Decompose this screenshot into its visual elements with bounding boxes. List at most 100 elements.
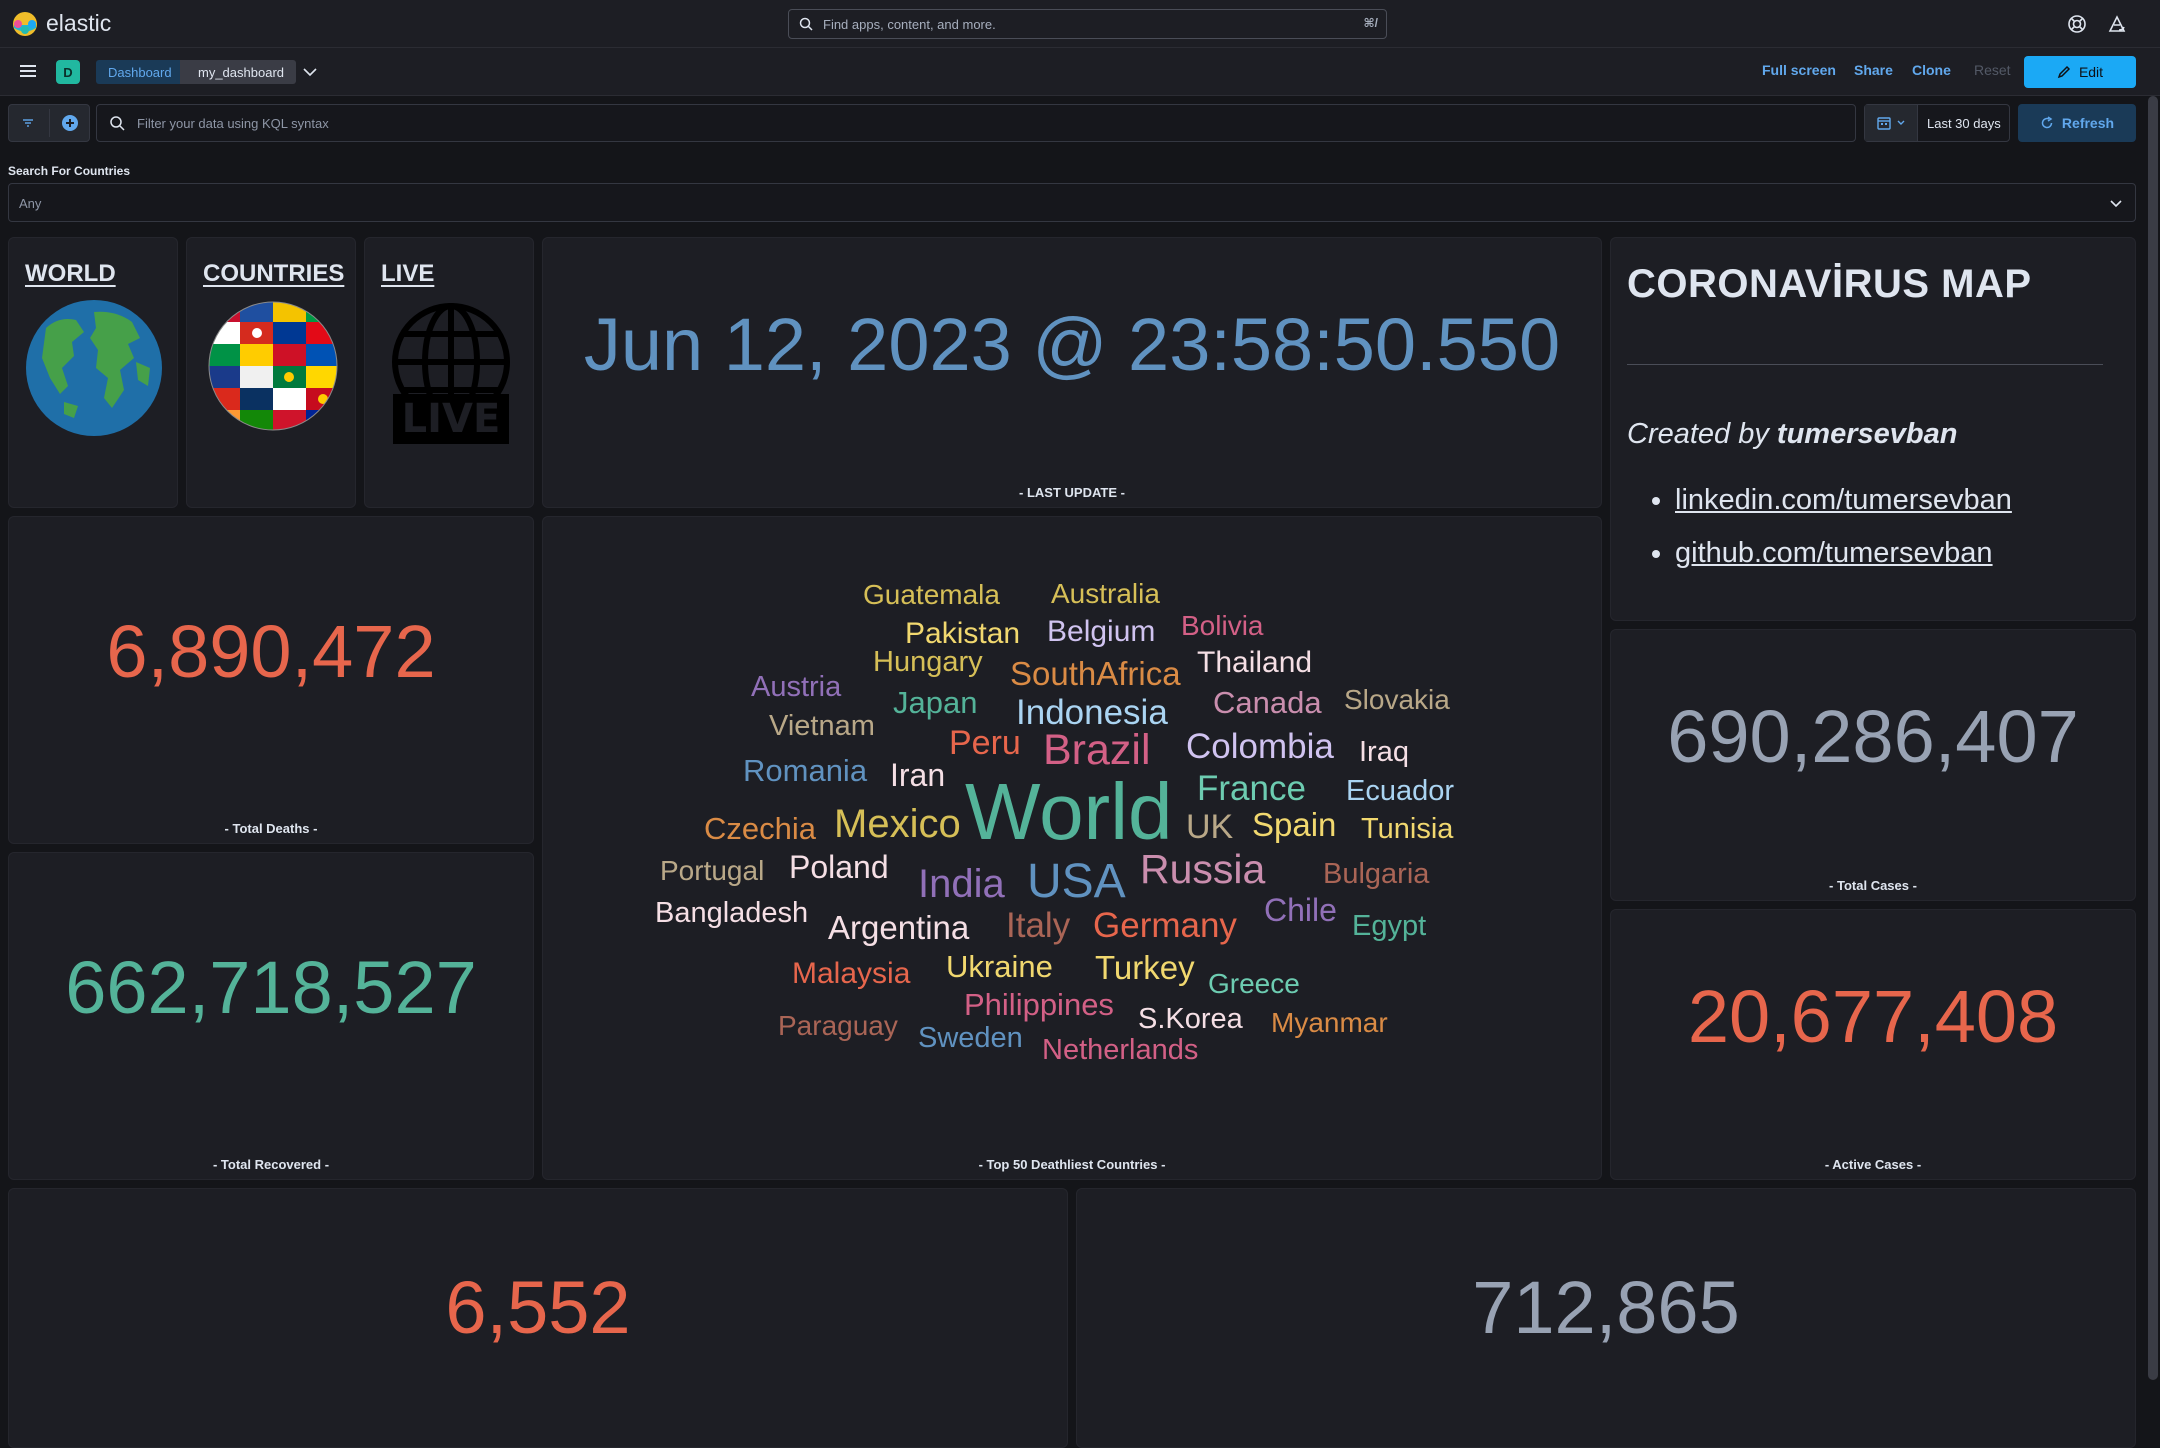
page-scrollbar[interactable] [2148,96,2158,1380]
cloud-word[interactable]: Vietnam [769,712,875,741]
cloud-word[interactable]: Malaysia [792,959,910,989]
kql-search-input[interactable]: Filter your data using KQL syntax [96,104,1856,142]
cloud-word[interactable]: Indonesia [1016,695,1168,730]
chevron-down-icon[interactable] [300,62,320,82]
app-name: elastic [46,10,112,36]
word-cloud: Guatemala Australia Pakistan Belgium Bolivia… [543,517,1601,1137]
refresh-button[interactable]: Refresh [2018,104,2136,142]
cloud-word[interactable]: SouthAfrica [1010,657,1181,690]
flag-globe-icon[interactable] [207,300,339,432]
author-name: tumersevban [1776,418,1958,450]
cloud-word[interactable]: World [965,772,1172,852]
cloud-word[interactable]: Iraq [1359,738,1409,767]
cloud-word[interactable]: Paraguay [778,1012,898,1040]
cloud-word[interactable]: Ukraine [946,951,1053,982]
cloud-word[interactable]: Belgium [1047,617,1155,647]
cloud-word[interactable]: Ecuador [1346,777,1454,806]
cloud-word[interactable]: Spain [1252,808,1336,841]
cloud-word[interactable]: S.Korea [1138,1005,1243,1034]
word-cloud-panel: Guatemala Australia Pakistan Belgium Bolivia… [542,516,1602,1180]
cloud-word[interactable]: Portugal [660,857,764,885]
cloud-word[interactable]: India [918,864,1005,904]
cloud-word[interactable]: Pakistan [905,619,1020,649]
add-filter-icon[interactable] [61,114,79,132]
breadcrumb-dashboard[interactable]: Dashboard [96,60,194,84]
globe-icon[interactable] [24,298,164,438]
time-range-label: Last 30 days [1927,116,2001,131]
edit-button[interactable]: Edit [2024,56,2136,88]
cloud-word[interactable]: USA [1027,858,1126,906]
reset-link[interactable]: Reset [1974,62,2011,78]
total-deaths-value: 6,890,472 [106,610,436,693]
filter-menu-button[interactable] [8,104,90,142]
cloud-word[interactable]: Czechia [704,813,816,844]
cloud-word[interactable]: Argentina [828,911,969,944]
cloud-word[interactable]: Mexico [834,804,961,844]
breadcrumb-current: my_dashboard [180,60,296,84]
linkedin-link[interactable]: linkedin.com/tumersevban [1675,484,2012,516]
cloud-word[interactable]: Guatemala [863,581,1000,609]
cloud-word[interactable]: Japan [893,687,977,718]
cloud-word[interactable]: Netherlands [1042,1036,1198,1065]
list-item: github.com/tumersevban [1675,537,2012,570]
last-update-label: - LAST UPDATE - [1019,485,1125,500]
cloud-word[interactable]: Australia [1051,580,1160,608]
cloud-word[interactable]: Poland [789,851,889,883]
quick-select-button[interactable] [1865,105,1918,141]
cloud-word[interactable]: Canada [1213,687,1322,718]
cloud-word[interactable]: Thailand [1197,648,1312,678]
countries-link[interactable]: COUNTRIES [203,260,344,288]
total-recovered-value: 662,718,527 [65,946,477,1029]
date-picker[interactable]: Last 30 days [1864,104,2010,142]
new-cases-panel: 712,865 [1076,1188,2136,1448]
country-select[interactable]: Any [8,183,2136,222]
cloud-word[interactable]: Sweden [918,1024,1023,1053]
cloud-word[interactable]: Bolivia [1181,612,1263,640]
space-avatar[interactable]: D [56,60,80,84]
cloud-word[interactable]: Hungary [873,648,983,677]
cloud-word[interactable]: Brazil [1043,729,1151,772]
cloud-word[interactable]: Greece [1208,970,1300,998]
share-link[interactable]: Share [1854,62,1893,78]
cloud-word[interactable]: Romania [743,755,867,786]
total-cases-panel: 690,286,407 - Total Cases - [1610,629,2136,901]
active-cases-panel: 20,677,408 - Active Cases - [1610,909,2136,1180]
newsfeed-icon[interactable] [2106,13,2128,35]
cloud-word[interactable]: Bulgaria [1323,860,1429,889]
cloud-word[interactable]: Peru [949,726,1021,760]
active-cases-value: 20,677,408 [1687,975,2059,1058]
cloud-word[interactable]: UK [1186,810,1233,844]
about-title: CORONAVİRUS MAP [1627,262,2032,306]
cloud-word[interactable]: Austria [751,673,841,702]
menu-icon[interactable] [18,61,38,81]
cloud-word[interactable]: Slovakia [1344,686,1450,714]
cloud-word[interactable]: Chile [1264,894,1337,926]
cloud-word[interactable]: Italy [1006,908,1070,943]
live-link[interactable]: LIVE [381,260,434,288]
elastic-logo[interactable]: elastic [12,10,111,37]
cloud-word[interactable]: Bangladesh [655,899,808,928]
chevron-down-icon [2110,200,2122,208]
cloud-word[interactable]: Colombia [1186,729,1334,764]
github-link[interactable]: github.com/tumersevban [1675,537,1993,569]
cloud-word[interactable]: Tunisia [1361,815,1453,844]
global-search-input[interactable]: Find apps, content, and more. ⌘/ [788,9,1387,39]
clone-link[interactable]: Clone [1912,62,1951,78]
cloud-word[interactable]: Egypt [1352,912,1426,941]
help-icon[interactable] [2066,13,2088,35]
cloud-word[interactable]: Russia [1140,849,1265,890]
active-cases-label: - Active Cases - [1824,1157,1922,1172]
cloud-word[interactable]: Myanmar [1271,1009,1388,1037]
elastic-logo-icon [13,11,37,36]
full-screen-link[interactable]: Full screen [1762,62,1836,78]
divider [1627,364,2103,365]
cloud-word[interactable]: Germany [1093,908,1237,943]
world-link[interactable]: WORLD [25,260,116,288]
total-cases-label: - Total Cases - [1829,878,1917,893]
about-panel: CORONAVİRUS MAP Created by tumersevban l… [1610,237,2136,621]
cloud-word[interactable]: France [1197,771,1306,806]
cloud-word[interactable]: Philippines [964,989,1114,1020]
new-cases-value: 712,865 [1472,1266,1740,1349]
cloud-word[interactable]: Iran [890,759,945,791]
cloud-word[interactable]: Turkey [1095,951,1195,984]
